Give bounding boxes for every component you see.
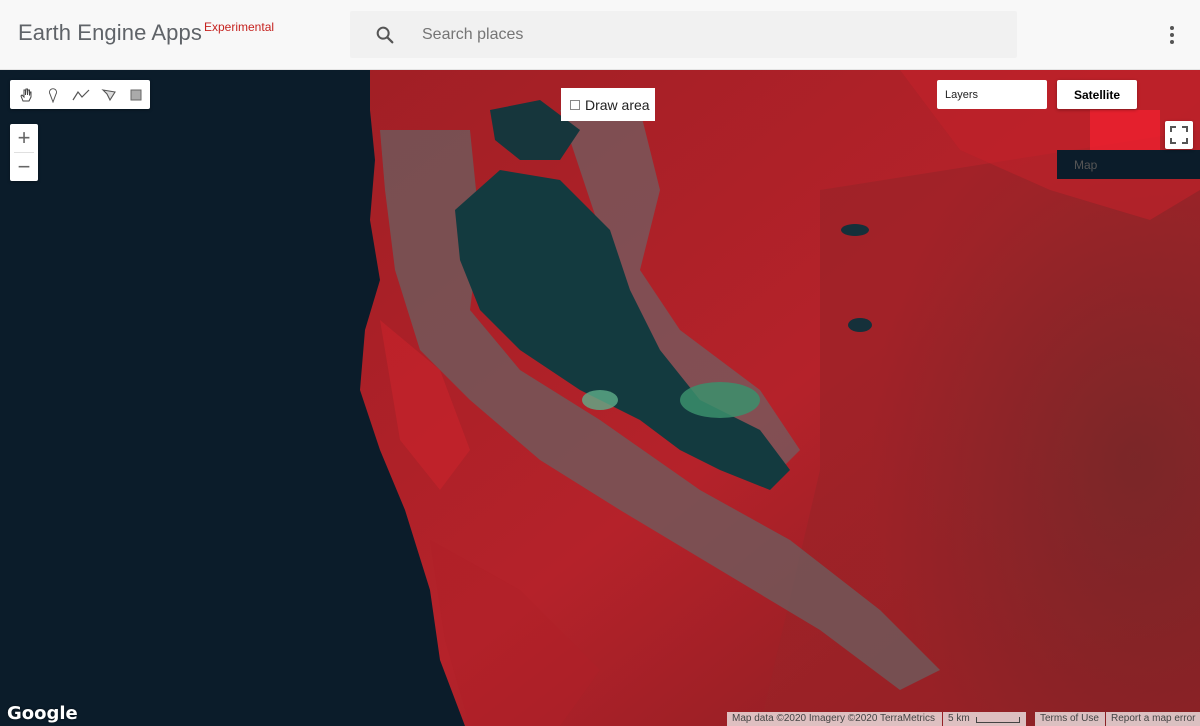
hand-icon[interactable] bbox=[12, 80, 40, 109]
drawing-tools bbox=[10, 80, 150, 109]
map-type-map-button[interactable]: Map bbox=[1057, 150, 1200, 179]
rectangle-icon[interactable] bbox=[122, 80, 150, 109]
more-vert-icon[interactable] bbox=[1162, 24, 1182, 46]
search-icon[interactable] bbox=[374, 24, 396, 46]
scale-bar-graphic bbox=[975, 717, 1020, 723]
satellite-imagery[interactable] bbox=[0, 70, 1200, 726]
search-input[interactable] bbox=[422, 11, 1002, 58]
map-type-satellite-button[interactable]: Satellite bbox=[1057, 80, 1137, 109]
polygon-icon[interactable] bbox=[95, 80, 123, 109]
scale-label: 5 km bbox=[948, 713, 970, 724]
fullscreen-icon[interactable] bbox=[1165, 121, 1193, 149]
draw-area-toggle[interactable]: Draw area bbox=[561, 88, 655, 121]
experimental-badge: Experimental bbox=[204, 20, 275, 34]
zoom-control: + − bbox=[10, 124, 38, 181]
zoom-in-button[interactable]: + bbox=[10, 124, 38, 152]
scale-bar[interactable]: 5 km bbox=[943, 712, 1026, 726]
map-data-attribution: Map data ©2020 Imagery ©2020 TerraMetric… bbox=[727, 712, 942, 726]
map-canvas[interactable]: + − Draw area Layers Map Satellite Googl… bbox=[0, 70, 1200, 726]
layers-dropdown[interactable]: Layers bbox=[937, 80, 1047, 109]
google-logo[interactable]: Google bbox=[7, 703, 78, 724]
zoom-out-button[interactable]: − bbox=[10, 153, 38, 181]
app-title: Earth Engine Apps bbox=[18, 20, 202, 45]
report-map-error-link[interactable]: Report a map error bbox=[1106, 712, 1200, 726]
terms-of-use-link[interactable]: Terms of Use bbox=[1035, 712, 1105, 726]
draw-area-label: Draw area bbox=[585, 96, 650, 113]
search-box[interactable] bbox=[350, 11, 1017, 58]
marker-icon[interactable] bbox=[40, 80, 68, 109]
draw-area-checkbox[interactable] bbox=[570, 99, 580, 110]
line-icon[interactable] bbox=[67, 80, 95, 109]
map-type-control: Map Satellite bbox=[1057, 80, 1200, 179]
app-header: Earth Engine Apps Experimental bbox=[0, 0, 1200, 70]
